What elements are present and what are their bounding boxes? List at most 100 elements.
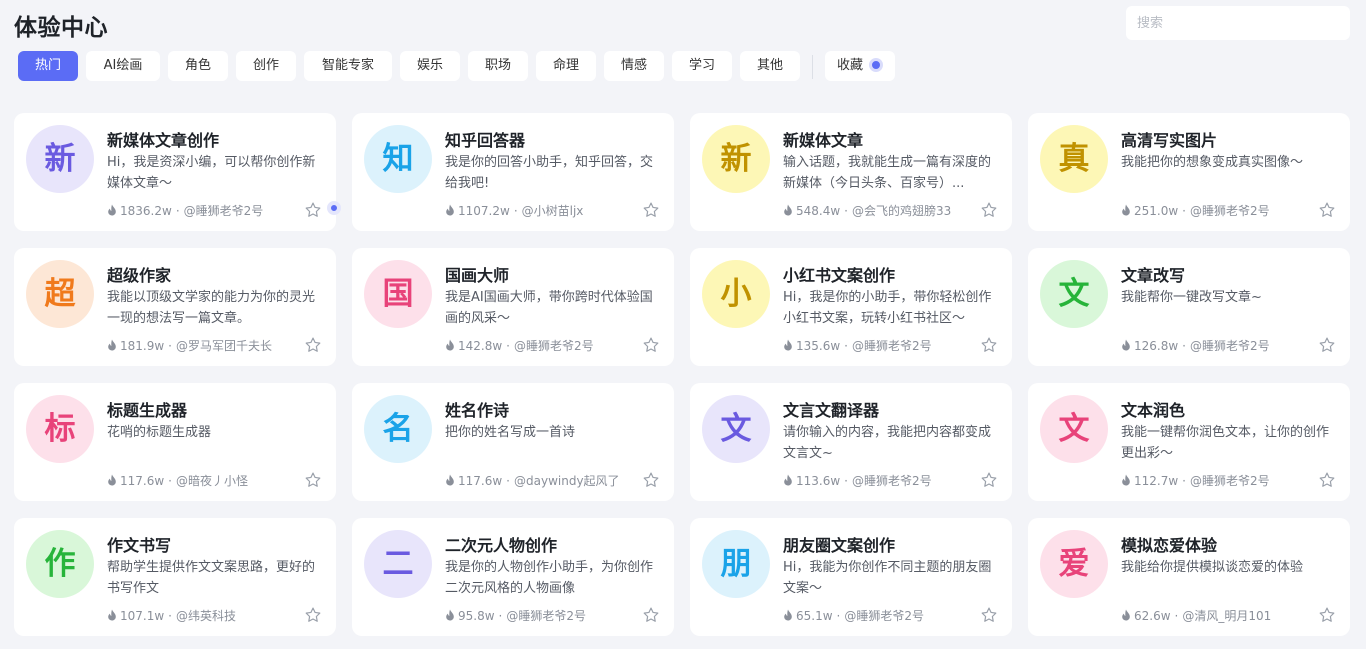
fire-icon xyxy=(107,609,120,623)
fire-icon xyxy=(107,204,120,218)
app-avatar: 真 xyxy=(1040,125,1108,193)
tab-expert[interactable]: 智能专家 xyxy=(304,51,392,81)
favorite-star-icon[interactable] xyxy=(304,606,322,624)
meta-separator: · xyxy=(168,474,172,488)
favorite-star-icon[interactable] xyxy=(1318,336,1336,354)
app-card[interactable]: 文文本润色 我能一键帮你润色文本，让你的创作更出彩～ 112.7w · @睡狮老爷2号 xyxy=(1028,383,1350,501)
usage-count: 181.9w xyxy=(120,339,165,353)
meta-separator: · xyxy=(175,204,180,218)
favorite-indicator-dot xyxy=(327,201,341,215)
app-card[interactable]: 超超级作家 我能以顶级文学家的能力为你的灵光一现的想法写一篇文章。 181.9w · @… xyxy=(14,248,336,366)
app-description: 我是你的人物创作小助手，为你创作二次元风格的人物画像 xyxy=(445,560,654,596)
meta-separator: · xyxy=(506,339,510,353)
app-card[interactable]: 名姓名作诗 把你的姓名写成一首诗 117.6w · @daywindy起风了 xyxy=(352,383,674,501)
app-meta: 126.8w · @睡狮老爷2号 xyxy=(1121,337,1310,354)
app-description: 我是AI国画大师，带你跨时代体验国画的风采～ xyxy=(445,290,653,326)
app-description: Hi，我是资深小编，可以帮你创作新媒体文章～ xyxy=(107,155,316,191)
meta-separator: · xyxy=(844,474,848,488)
app-meta: 95.8w · @睡狮老爷2号 xyxy=(445,607,634,624)
app-name: 模拟恋爱体验 xyxy=(1121,536,1218,555)
favorite-star-icon[interactable] xyxy=(304,336,322,354)
fire-icon xyxy=(783,339,796,353)
meta-separator: · xyxy=(844,339,848,353)
app-meta: 142.8w · @睡狮老爷2号 xyxy=(445,337,634,354)
app-meta: 1836.2w · @睡狮老爷2号 xyxy=(107,202,296,219)
fire-icon xyxy=(783,204,796,218)
tab-emotion[interactable]: 情感 xyxy=(604,51,664,81)
app-card[interactable]: 知知乎回答器 我是你的回答小助手，知乎回答，交给我吧! 1107.2w · @小树苗lj… xyxy=(352,113,674,231)
app-card[interactable]: 爱模拟恋爱体验 我能给你提供模拟谈恋爱的体验 62.6w · @清风_明月101 xyxy=(1028,518,1350,636)
fire-icon xyxy=(783,474,796,488)
meta-separator: · xyxy=(836,609,841,623)
meta-separator: · xyxy=(498,609,503,623)
meta-separator: · xyxy=(1182,339,1186,353)
app-card[interactable]: 朋朋友圈文案创作 Hi，我能为你创作不同主题的朋友圈文案～ 65.1w · @睡狮老爷2… xyxy=(690,518,1012,636)
app-card[interactable]: 作作文书写 帮助学生提供作文文案思路，更好的书写作文 107.1w · @纬英科技 xyxy=(14,518,336,636)
app-meta: 62.6w · @清风_明月101 xyxy=(1121,607,1310,624)
meta-separator: · xyxy=(1174,609,1179,623)
app-card[interactable]: 标标题生成器 花哨的标题生成器 117.6w · @暗夜丿小怪 xyxy=(14,383,336,501)
tab-study[interactable]: 学习 xyxy=(672,51,732,81)
app-avatar: 文 xyxy=(1040,395,1108,463)
tab-entertainment[interactable]: 娱乐 xyxy=(400,51,460,81)
meta-separator: · xyxy=(168,339,172,353)
tab-favorites[interactable]: 收藏 xyxy=(825,51,895,81)
fire-icon xyxy=(445,609,458,623)
app-avatar: 作 xyxy=(26,530,94,598)
app-card[interactable]: 文文言文翻译器 请你输入的内容，我能把内容都变成文言文~ 113.6w · @睡狮老爷2… xyxy=(690,383,1012,501)
app-avatar: 新 xyxy=(26,125,94,193)
favorite-star-icon[interactable] xyxy=(980,336,998,354)
usage-count: 126.8w xyxy=(1134,339,1179,353)
app-card[interactable]: 小小红书文案创作 Hi，我是你的小助手，带你轻松创作小红书文案，玩转小红书社区～ 1… xyxy=(690,248,1012,366)
app-meta: 135.6w · @睡狮老爷2号 xyxy=(783,337,972,354)
favorite-star-icon[interactable] xyxy=(980,606,998,624)
author-name: @daywindy起风了 xyxy=(514,474,620,488)
app-name: 作文书写 xyxy=(107,536,172,555)
tab-creation[interactable]: 创作 xyxy=(236,51,296,81)
favorite-star-icon[interactable] xyxy=(642,471,660,489)
app-description: 我能给你提供模拟谈恋爱的体验 xyxy=(1121,560,1304,575)
app-description: 我能把你的想象变成真实图像～ xyxy=(1121,155,1304,170)
usage-count: 112.7w xyxy=(1134,474,1179,488)
app-description: Hi，我能为你创作不同主题的朋友圈文案～ xyxy=(783,560,992,596)
tab-role[interactable]: 角色 xyxy=(168,51,228,81)
app-name: 姓名作诗 xyxy=(445,401,510,420)
tabs-divider xyxy=(812,55,813,79)
favorite-star-icon[interactable] xyxy=(1318,201,1336,219)
tab-fortune[interactable]: 命理 xyxy=(536,51,596,81)
fire-icon xyxy=(1121,474,1134,488)
usage-count: 1836.2w xyxy=(120,204,172,218)
favorite-star-icon[interactable] xyxy=(980,201,998,219)
usage-count: 95.8w xyxy=(458,609,495,623)
app-card[interactable]: 新新媒体文章 输入话题，我就能生成一篇有深度的新媒体（今日头条、百家号）... 54… xyxy=(690,113,1012,231)
favorite-star-icon[interactable] xyxy=(304,471,322,489)
app-card[interactable]: 二二次元人物创作 我是你的人物创作小助手，为你创作二次元风格的人物画像 95.8w ·… xyxy=(352,518,674,636)
app-avatar: 文 xyxy=(702,395,770,463)
fire-icon xyxy=(445,474,458,488)
favorite-star-icon[interactable] xyxy=(980,471,998,489)
tab-workplace[interactable]: 职场 xyxy=(468,51,528,81)
app-description: 我能以顶级文学家的能力为你的灵光一现的想法写一篇文章。 xyxy=(107,290,316,326)
search-input[interactable] xyxy=(1126,6,1350,40)
app-description: 我能帮你一键改写文章~ xyxy=(1121,290,1262,305)
app-card[interactable]: 国国画大师 我是AI国画大师，带你跨时代体验国画的风采～ 142.8w · @睡狮老爷2… xyxy=(352,248,674,366)
app-card[interactable]: 新新媒体文章创作 Hi，我是资深小编，可以帮你创作新媒体文章～ 1836.2w · @睡… xyxy=(14,113,341,231)
favorites-indicator-dot xyxy=(869,57,883,72)
favorite-star-icon[interactable] xyxy=(642,201,660,219)
favorite-star-icon[interactable] xyxy=(304,201,322,219)
app-description: Hi，我是你的小助手，带你轻松创作小红书文案，玩转小红书社区～ xyxy=(783,290,992,326)
favorite-star-icon[interactable] xyxy=(1318,606,1336,624)
tab-hot[interactable]: 热门 xyxy=(18,51,78,81)
usage-count: 548.4w xyxy=(796,204,841,218)
favorite-star-icon[interactable] xyxy=(642,336,660,354)
author-name: @小树苗ljx xyxy=(521,204,584,218)
app-card[interactable]: 真高清写实图片 我能把你的想象变成真实图像～ 251.0w · @睡狮老爷2号 xyxy=(1028,113,1350,231)
favorite-star-icon[interactable] xyxy=(642,606,660,624)
fire-icon xyxy=(107,339,120,353)
tab-ai-drawing[interactable]: AI绘画 xyxy=(86,51,160,81)
app-card[interactable]: 文文章改写 我能帮你一键改写文章~ 126.8w · @睡狮老爷2号 xyxy=(1028,248,1350,366)
favorite-star-icon[interactable] xyxy=(1318,471,1336,489)
app-avatar: 国 xyxy=(364,260,432,328)
app-name: 文本润色 xyxy=(1121,401,1186,420)
tab-other[interactable]: 其他 xyxy=(740,51,800,81)
